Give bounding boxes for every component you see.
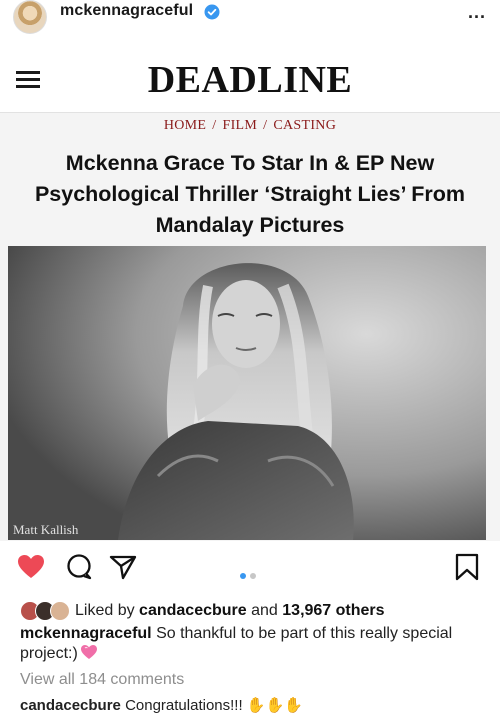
liker-username[interactable]: candacecbure <box>139 602 247 619</box>
breadcrumb-separator: / <box>212 118 217 133</box>
likes-text[interactable]: Liked by candacecbure and 13,967 others <box>75 602 385 620</box>
breadcrumb-film: FILM <box>222 118 258 133</box>
breadcrumb: HOME / FILM / CASTING <box>0 118 500 134</box>
breadcrumb-home: HOME <box>163 118 207 133</box>
comment-preview: candacecbure Congratulations!!! ✋✋✋ <box>20 696 303 714</box>
heart-icon[interactable] <box>16 552 46 582</box>
comment-text: Congratulations!!! <box>125 697 243 714</box>
share-icon[interactable] <box>108 552 138 582</box>
post-header: mckennagraceful ... <box>0 0 500 44</box>
liker-avatars <box>20 601 72 621</box>
pink-heart-emoji-icon <box>80 645 97 659</box>
breadcrumb-casting: CASTING <box>273 118 337 133</box>
comment-username[interactable]: candacecbure <box>20 697 121 714</box>
portrait-illustration <box>8 246 486 540</box>
view-all-comments-link[interactable]: View all 184 comments <box>20 671 184 689</box>
site-logo: DEADLINE <box>147 59 353 101</box>
likes-count[interactable]: 13,967 others <box>282 602 384 619</box>
more-options-icon[interactable]: ... <box>468 2 486 23</box>
clapping-hands-emoji-icon: ✋✋✋ <box>246 697 303 714</box>
deadline-header: DEADLINE <box>0 44 500 113</box>
carousel-indicator <box>240 566 260 584</box>
article-photo: Matt Kallish <box>8 246 486 540</box>
post-caption: mckennagraceful So thankful to be part o… <box>20 624 490 664</box>
comment-icon[interactable] <box>64 552 94 582</box>
action-bar <box>0 552 500 592</box>
verified-badge-icon <box>204 4 220 20</box>
carousel-dot <box>250 573 256 579</box>
caption-username[interactable]: mckennagraceful <box>20 625 152 642</box>
breadcrumb-separator: / <box>263 118 268 133</box>
photo-credit: Matt Kallish <box>13 522 79 537</box>
post-image[interactable]: DEADLINE HOME / FILM / CASTING Mckenna Grace… <box>0 44 500 541</box>
bookmark-icon[interactable] <box>452 552 482 582</box>
avatar[interactable] <box>13 0 47 34</box>
username[interactable]: mckennagraceful <box>60 2 193 20</box>
article-headline: Mckenna Grace To Star In & EP New Psycho… <box>34 151 466 237</box>
liker-avatar <box>50 601 70 621</box>
carousel-dot-active <box>240 573 246 579</box>
